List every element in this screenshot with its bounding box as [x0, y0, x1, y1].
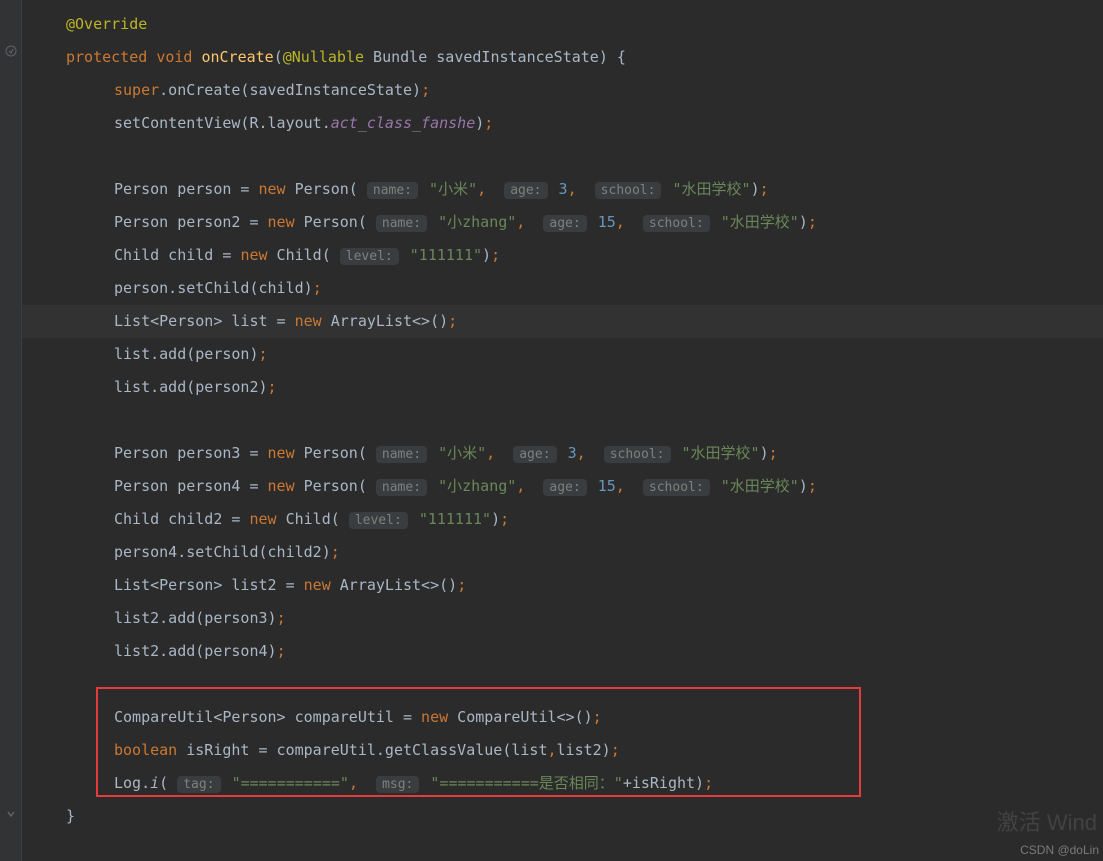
code-line-current: List<Person> list = new ArrayList<>();	[22, 305, 1103, 338]
param-hint: level:	[349, 512, 408, 529]
code-editor[interactable]: @Override protected void onCreate(@Nulla…	[22, 0, 1103, 833]
code-line: person4.setChild(child2);	[22, 536, 1103, 569]
code-line: setContentView(R.layout.act_class_fanshe…	[22, 107, 1103, 140]
override-icon[interactable]	[4, 44, 18, 58]
code-line: }	[22, 800, 1103, 833]
code-line: CompareUtil<Person> compareUtil = new Co…	[22, 701, 1103, 734]
code-line: Person person2 = new Person( name: "小zha…	[22, 206, 1103, 239]
csdn-watermark: CSDN @doLin	[1020, 843, 1099, 857]
code-line: person.setChild(child);	[22, 272, 1103, 305]
param-hint: school:	[604, 446, 671, 463]
param-hint: school:	[643, 215, 710, 232]
code-line: Child child2 = new Child( level: "111111…	[22, 503, 1103, 536]
param-hint: age:	[543, 215, 586, 232]
code-line: Child child = new Child( level: "111111"…	[22, 239, 1103, 272]
code-line: protected void onCreate(@Nullable Bundle…	[22, 41, 1103, 74]
code-line: list2.add(person3);	[22, 602, 1103, 635]
code-line: Person person3 = new Person( name: "小米",…	[22, 437, 1103, 470]
collapse-icon[interactable]	[4, 807, 18, 821]
param-hint: age:	[543, 479, 586, 496]
param-hint: age:	[504, 182, 547, 199]
code-line: @Override	[22, 8, 1103, 41]
code-line: Log.i( tag: "===========", msg: "=======…	[22, 767, 1103, 800]
param-hint: name:	[367, 182, 418, 199]
code-line: super.onCreate(savedInstanceState);	[22, 74, 1103, 107]
windows-activation-watermark: 激活 Wind	[997, 805, 1097, 837]
param-hint: name:	[376, 479, 427, 496]
code-line-empty	[22, 140, 1103, 173]
param-hint: name:	[376, 446, 427, 463]
code-line: List<Person> list2 = new ArrayList<>();	[22, 569, 1103, 602]
editor-gutter	[0, 0, 22, 861]
code-line-empty	[22, 668, 1103, 701]
code-line: list.add(person2);	[22, 371, 1103, 404]
param-hint: age:	[513, 446, 556, 463]
param-hint: school:	[643, 479, 710, 496]
code-line: list.add(person);	[22, 338, 1103, 371]
param-hint: level:	[340, 248, 399, 265]
code-line: Person person4 = new Person( name: "小zha…	[22, 470, 1103, 503]
code-line: boolean isRight = compareUtil.getClassVa…	[22, 734, 1103, 767]
param-hint: school:	[595, 182, 662, 199]
param-hint: tag:	[177, 776, 220, 793]
param-hint: msg:	[376, 776, 419, 793]
code-line: Person person = new Person( name: "小米", …	[22, 173, 1103, 206]
code-line: list2.add(person4);	[22, 635, 1103, 668]
code-line-empty	[22, 404, 1103, 437]
param-hint: name:	[376, 215, 427, 232]
